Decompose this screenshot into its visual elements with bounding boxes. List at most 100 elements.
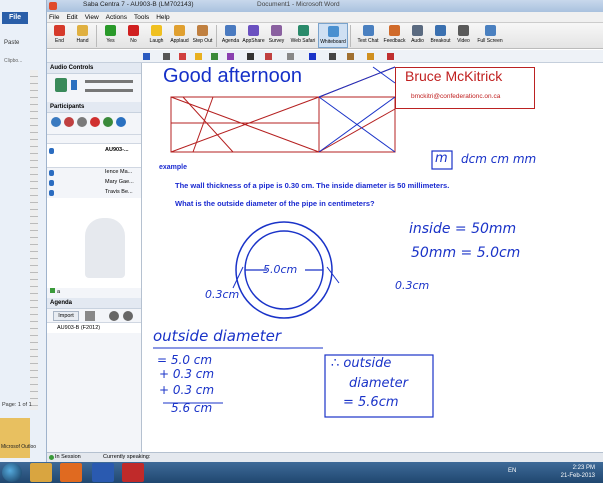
word-window-strip: File Paste Clipbo... Page: 1 of 1 <box>0 0 47 462</box>
toolbar-breakout-button[interactable]: Breakout <box>429 23 452 48</box>
appshare-icon <box>248 25 259 36</box>
media-taskbar-icon[interactable] <box>60 463 82 482</box>
menu-help[interactable]: Help <box>156 14 169 21</box>
host-name: AU903-... <box>105 147 129 153</box>
agenda-icon <box>225 25 236 36</box>
whiteboard-canvas[interactable]: Good afternoon Bruce McKitrick bmckitri@… <box>143 63 603 452</box>
saba-taskbar-icon[interactable] <box>122 463 144 482</box>
pointer-icon[interactable] <box>163 53 170 60</box>
menu-tools[interactable]: Tools <box>134 14 149 21</box>
text-icon[interactable] <box>227 53 234 60</box>
toolbar-laugh-button[interactable]: Laugh <box>145 23 168 48</box>
thickness-pointer-right <box>326 266 340 284</box>
participant-list-header <box>47 135 141 144</box>
talk-icon[interactable] <box>71 80 77 90</box>
toolbar-step-out-button[interactable]: Step Out <box>191 23 214 48</box>
line-icon[interactable] <box>247 53 254 60</box>
clear-icon[interactable] <box>387 53 394 60</box>
microphone-icon[interactable] <box>55 78 67 92</box>
refresh-icon[interactable] <box>103 117 113 127</box>
avatar-silhouette-icon <box>85 218 125 278</box>
start-button-icon[interactable] <box>2 463 22 482</box>
agenda-item[interactable]: AU903-B (F2012) <box>47 323 141 333</box>
mic-icon <box>49 148 54 154</box>
outlook-label: Microsof Outloo <box>1 444 37 450</box>
toolbar-appshare-button[interactable]: AppShare <box>242 23 265 48</box>
save-icon[interactable] <box>143 53 150 60</box>
toolbar-applaud-button[interactable]: Applaud <box>168 23 191 48</box>
mic-volume-slider[interactable] <box>85 80 133 83</box>
shape-icon[interactable] <box>211 53 218 60</box>
language-indicator[interactable]: EN <box>508 468 516 474</box>
fill-icon[interactable] <box>347 53 354 60</box>
status-bar: In Session Currently speaking: <box>47 452 603 462</box>
color-icon[interactable] <box>309 53 316 60</box>
toolbar-button-label: Applaud <box>170 38 189 44</box>
toolbar-button-label: Breakout <box>430 38 451 44</box>
outlook-icon[interactable] <box>0 418 30 458</box>
toolbar-audio-button[interactable]: Audio <box>406 23 429 48</box>
linewidth-icon[interactable] <box>329 53 336 60</box>
word-paste-button[interactable]: Paste <box>4 40 19 46</box>
participant-row[interactable]: Travis Be... <box>47 188 141 198</box>
pen-icon[interactable] <box>179 53 186 60</box>
participant-row[interactable]: Ience Ma... <box>47 168 141 178</box>
toolbar-agenda-button[interactable]: Agenda <box>219 23 242 48</box>
small-status-row: a <box>47 288 141 298</box>
session-status-icon <box>49 455 54 460</box>
toolbar-button-label: Video <box>457 38 470 44</box>
answer-line-2: diameter <box>349 376 408 391</box>
toolbar-no-button[interactable]: No <box>122 23 145 48</box>
toolbar-button-label: Survey <box>268 38 285 44</box>
permissions-icon[interactable] <box>51 117 61 127</box>
eraser-icon[interactable] <box>367 53 374 60</box>
menu-view[interactable]: View <box>85 14 99 21</box>
menu-edit[interactable]: Edit <box>66 14 77 21</box>
toolbar-full-screen-button[interactable]: Full Screen <box>475 23 505 48</box>
toolbar-button-label: End <box>55 38 64 44</box>
speaking-status: Currently speaking: <box>103 454 151 460</box>
toolbar-separator <box>216 25 217 47</box>
participant-avatar-area <box>47 198 141 288</box>
toolbar-button-label: Laugh <box>149 38 164 44</box>
word-file-tab[interactable]: File <box>2 12 28 24</box>
word-taskbar-icon[interactable] <box>92 463 114 482</box>
toolbar-survey-button[interactable]: Survey <box>265 23 288 48</box>
main-toolbar: End Hand Yes No Laugh Applaud Step Out Agenda Ap… <box>47 23 603 49</box>
toolbar-button-label: Feedback <box>383 38 406 44</box>
toolbar-feedback-button[interactable]: Feedback <box>383 23 406 48</box>
next-icon[interactable] <box>123 311 133 321</box>
import-button[interactable]: Import <box>53 311 79 321</box>
menu-file[interactable]: File <box>49 14 59 21</box>
stop-icon[interactable] <box>90 117 100 127</box>
toolbar-hand-button[interactable]: Hand <box>71 23 94 48</box>
agenda-list-icon[interactable] <box>85 311 95 321</box>
toolbar-yes-button[interactable]: Yes <box>99 23 122 48</box>
toolbar-end-button[interactable]: End <box>48 23 71 48</box>
rectangle-icon[interactable] <box>265 53 272 60</box>
toolbar-separator <box>350 25 351 47</box>
clock[interactable]: 2:23 PM 21-Feb-2013 <box>561 464 595 480</box>
toolbar-video-button[interactable]: Video <box>452 23 475 48</box>
menu-actions[interactable]: Actions <box>106 14 127 21</box>
explorer-taskbar-icon[interactable] <box>30 463 52 482</box>
taskbar: EN 2:23 PM 21-Feb-2013 <box>0 462 603 483</box>
speaker-volume-slider[interactable] <box>85 89 133 92</box>
remove-icon[interactable] <box>64 117 74 127</box>
arrow-icon[interactable] <box>287 53 294 60</box>
host-row[interactable]: AU903-... <box>47 144 141 168</box>
example-label: example <box>159 164 188 171</box>
toolbar-text-chat-button[interactable]: Text Chat <box>353 23 383 48</box>
right-thickness-label: 0.3cm <box>395 279 430 292</box>
saba-centra-window: Saba Centra 7 - AU903-B (LM702143) Docum… <box>47 0 603 462</box>
question-line-1: The wall thickness of a pipe is 0.30 cm.… <box>175 181 450 190</box>
prev-icon[interactable] <box>109 311 119 321</box>
info-icon[interactable] <box>116 117 126 127</box>
highlighter-icon[interactable] <box>195 53 202 60</box>
settings-icon[interactable] <box>77 117 87 127</box>
toolbar-whiteboard-button[interactable]: Whiteboard <box>318 23 348 48</box>
mic-icon <box>49 190 54 196</box>
participant-row[interactable]: Mary Gae... <box>47 178 141 188</box>
toolbar-web-safari-button[interactable]: Web Safari <box>288 23 318 48</box>
mic-icon <box>49 170 54 176</box>
